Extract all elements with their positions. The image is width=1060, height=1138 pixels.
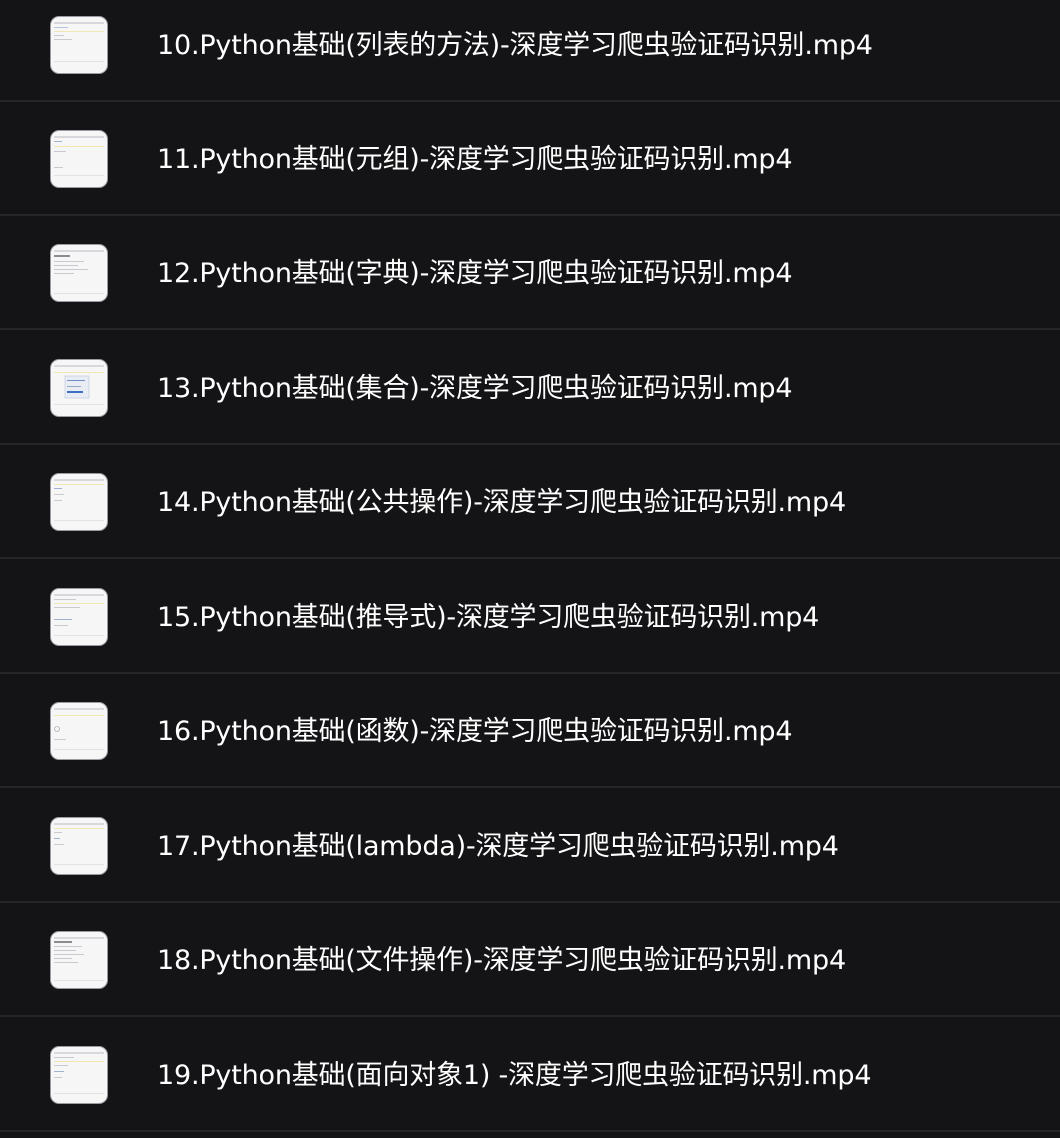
file-name: 19.Python基础(面向对象1) -深度学习爬虫验证码识别.mp4	[157, 1060, 872, 1091]
video-thumbnail-icon	[50, 931, 108, 989]
video-thumbnail-icon	[50, 702, 108, 760]
video-thumbnail-icon	[50, 359, 108, 417]
file-list: 10.Python基础(列表的方法)-深度学习爬虫验证码识别.mp4 11.Py…	[0, 0, 1060, 1138]
file-row[interactable]: 16.Python基础(函数)-深度学习爬虫验证码识别.mp4	[0, 674, 1060, 788]
file-name: 10.Python基础(列表的方法)-深度学习爬虫验证码识别.mp4	[157, 30, 873, 61]
file-row[interactable]: 17.Python基础(lambda)-深度学习爬虫验证码识别.mp4	[0, 789, 1060, 903]
video-thumbnail-icon	[50, 817, 108, 875]
video-thumbnail-icon	[50, 1046, 108, 1104]
file-name: 15.Python基础(推导式)-深度学习爬虫验证码识别.mp4	[157, 602, 820, 633]
file-row[interactable]: 12.Python基础(字典)-深度学习爬虫验证码识别.mp4	[0, 216, 1060, 330]
file-row[interactable]: 18.Python基础(文件操作)-深度学习爬虫验证码识别.mp4	[0, 903, 1060, 1017]
file-name: 17.Python基础(lambda)-深度学习爬虫验证码识别.mp4	[157, 831, 839, 862]
video-thumbnail-icon	[50, 473, 108, 531]
video-thumbnail-icon	[50, 16, 108, 74]
video-thumbnail-icon	[50, 130, 108, 188]
file-row[interactable]: 13.Python基础(集合)-深度学习爬虫验证码识别.mp4	[0, 331, 1060, 445]
file-row[interactable]: 10.Python基础(列表的方法)-深度学习爬虫验证码识别.mp4	[0, 0, 1060, 102]
video-thumbnail-icon	[50, 244, 108, 302]
file-row[interactable]: 19.Python基础(面向对象1) -深度学习爬虫验证码识别.mp4	[0, 1018, 1060, 1132]
file-name: 14.Python基础(公共操作)-深度学习爬虫验证码识别.mp4	[157, 487, 846, 518]
file-name: 16.Python基础(函数)-深度学习爬虫验证码识别.mp4	[157, 716, 793, 747]
file-row[interactable]: 11.Python基础(元组)-深度学习爬虫验证码识别.mp4	[0, 102, 1060, 216]
video-thumbnail-icon	[50, 588, 108, 646]
file-row[interactable]: 15.Python基础(推导式)-深度学习爬虫验证码识别.mp4	[0, 560, 1060, 674]
file-name: 11.Python基础(元组)-深度学习爬虫验证码识别.mp4	[157, 144, 793, 175]
file-row[interactable]: 14.Python基础(公共操作)-深度学习爬虫验证码识别.mp4	[0, 445, 1060, 559]
file-name: 12.Python基础(字典)-深度学习爬虫验证码识别.mp4	[157, 258, 793, 289]
file-name: 13.Python基础(集合)-深度学习爬虫验证码识别.mp4	[157, 373, 793, 404]
file-name: 18.Python基础(文件操作)-深度学习爬虫验证码识别.mp4	[157, 945, 846, 976]
